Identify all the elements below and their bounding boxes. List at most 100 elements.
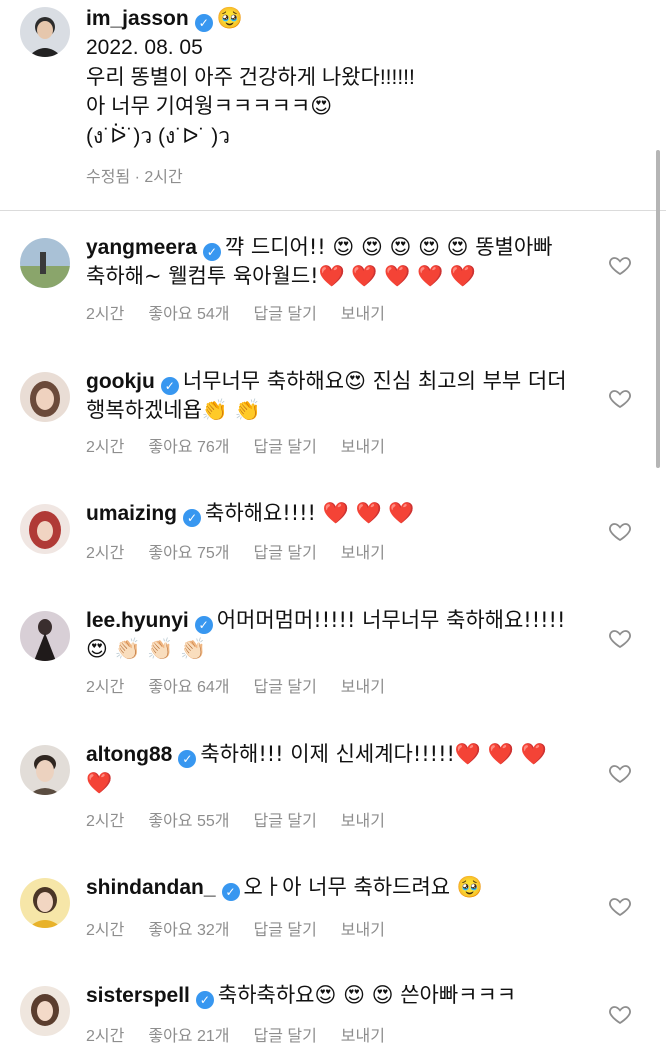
comment-avatar[interactable]: [20, 878, 70, 928]
author-username[interactable]: im_jasson: [86, 7, 189, 30]
caption-emoji: 🥹: [216, 6, 243, 30]
comment-text-line-2: ❤️: [86, 771, 113, 795]
caption-header: im_jasson ✓ 🥹: [86, 4, 626, 33]
like-heart-icon[interactable]: [608, 761, 632, 785]
verified-badge-icon: ✓: [178, 750, 197, 768]
comment-time: 2시간: [86, 813, 125, 830]
send-button[interactable]: 보내기: [341, 922, 385, 939]
verified-badge-icon: ✓: [195, 991, 214, 1009]
comment-likes[interactable]: 좋아요 55개: [148, 813, 229, 830]
author-avatar[interactable]: [20, 7, 70, 57]
comment-text: 꺅 드디어!! 😍 😍 😍 😍 😍 똥별아빠: [224, 235, 553, 259]
like-heart-icon[interactable]: [608, 253, 632, 277]
like-heart-icon[interactable]: [608, 386, 632, 410]
comment-username[interactable]: lee.hyunyi: [86, 609, 189, 632]
comment-avatar[interactable]: [20, 238, 70, 288]
comment-text-line-1: gookju ✓ 너무너무 축하해요😍 진심 최고의 부부 더더: [86, 367, 586, 396]
caption-divider: [0, 210, 666, 211]
comment-body: lee.hyunyi ✓ 어머머멈머!!!!! 너무너무 축하해요!!!!! 😍 👏…: [86, 606, 586, 664]
comment-username[interactable]: shindandan_: [86, 876, 216, 899]
caption-body: im_jasson ✓ 🥹 2022. 08. 05 우리 똥별이 아주 건강하게 …: [86, 4, 626, 151]
like-heart-icon[interactable]: [608, 894, 632, 918]
comment-avatar[interactable]: [20, 504, 70, 554]
comment-likes[interactable]: 좋아요 76개: [148, 439, 229, 456]
reply-button[interactable]: 답글 달기: [253, 545, 316, 562]
send-button[interactable]: 보내기: [341, 439, 385, 456]
comment-avatar[interactable]: [20, 611, 70, 661]
comment-meta: 2시간 좋아요 21개 답글 달기 보내기: [86, 1022, 409, 1046]
comment-meta: 2시간 좋아요 55개 답글 달기 보내기: [86, 807, 409, 831]
caption-line-1: 2022. 08. 05: [86, 36, 203, 59]
like-heart-icon[interactable]: [608, 519, 632, 543]
send-button[interactable]: 보내기: [341, 545, 385, 562]
comment-text-line-1: umaizing ✓ 축하해요!!!! ❤️ ❤️ ❤️: [86, 499, 586, 528]
comment-body: umaizing ✓ 축하해요!!!! ❤️ ❤️ ❤️: [86, 499, 586, 528]
comment-username[interactable]: gookju: [86, 370, 155, 393]
comment-time: 2시간: [86, 1028, 125, 1045]
verified-badge-icon: ✓: [194, 14, 213, 32]
comment-text-line-1: sisterspell ✓ 축하축하요😍 😍 😍 쓴아빠ㅋㅋㅋ: [86, 981, 586, 1010]
comment-username[interactable]: yangmeera: [86, 236, 197, 259]
comment-likes[interactable]: 좋아요 75개: [148, 545, 229, 562]
verified-badge-icon: ✓: [202, 243, 221, 261]
comment-username[interactable]: umaizing: [86, 502, 177, 525]
comment-body: sisterspell ✓ 축하축하요😍 😍 😍 쓴아빠ㅋㅋㅋ: [86, 981, 586, 1010]
comment-text-line-2: 축하해~ 웰컴투 육아월드!❤️ ❤️ ❤️ ❤️ ❤️: [86, 264, 477, 288]
comment-text-line-2: 😍 👏🏻 👏🏻 👏🏻: [86, 637, 207, 661]
comment-text-line-1: altong88 ✓ 축하해!!! 이제 신세계다!!!!!❤️ ❤️ ❤️: [86, 740, 586, 769]
comment-likes[interactable]: 좋아요 21개: [148, 1028, 229, 1045]
comment-meta: 2시간 좋아요 32개 답글 달기 보내기: [86, 916, 409, 940]
comment-text: 축하해요!!!! ❤️ ❤️ ❤️: [205, 501, 415, 525]
post-caption: im_jasson ✓ 🥹 2022. 08. 05 우리 똥별이 아주 건강하게 …: [0, 0, 666, 210]
comment-username[interactable]: altong88: [86, 743, 172, 766]
scrollbar[interactable]: [656, 150, 660, 468]
comment-time: 2시간: [86, 306, 125, 323]
comment-username[interactable]: sisterspell: [86, 984, 190, 1007]
reply-button[interactable]: 답글 달기: [253, 813, 316, 830]
reply-button[interactable]: 답글 달기: [253, 306, 316, 323]
comment-body: altong88 ✓ 축하해!!! 이제 신세계다!!!!!❤️ ❤️ ❤️ ❤️: [86, 740, 586, 798]
comment-text-line-1: yangmeera ✓ 꺅 드디어!! 😍 😍 😍 😍 😍 똥별아빠: [86, 233, 586, 262]
reply-button[interactable]: 답글 달기: [253, 1028, 316, 1045]
comment-avatar[interactable]: [20, 986, 70, 1036]
comment-time: 2시간: [86, 922, 125, 939]
comment-time: 2시간: [86, 545, 125, 562]
comment-text: 너무너무 축하해요😍 진심 최고의 부부 더더: [182, 369, 567, 393]
comment-text: 축하축하요😍 😍 😍 쓴아빠ㅋㅋㅋ: [217, 983, 517, 1007]
caption-line-2: 우리 똥별이 아주 건강하게 나왔다!!!!!!: [86, 65, 415, 89]
verified-badge-icon: ✓: [221, 883, 240, 901]
comment-likes[interactable]: 좋아요 54개: [148, 306, 229, 323]
caption-line-4: (ง˙ᐖ˙)ว (ง˙ᐅ˙ )ว: [86, 124, 231, 148]
comment-avatar[interactable]: [20, 372, 70, 422]
comment-text: 축하해!!! 이제 신세계다!!!!!❤️ ❤️ ❤️: [200, 742, 547, 766]
comment-text-line-1: lee.hyunyi ✓ 어머머멈머!!!!! 너무너무 축하해요!!!!!: [86, 606, 586, 635]
comment-meta: 2시간 좋아요 75개 답글 달기 보내기: [86, 539, 409, 563]
verified-badge-icon: ✓: [160, 377, 179, 395]
send-button[interactable]: 보내기: [341, 679, 385, 696]
reply-button[interactable]: 답글 달기: [253, 922, 316, 939]
comment-meta: 2시간 좋아요 54개 답글 달기 보내기: [86, 300, 409, 324]
comment-avatar[interactable]: [20, 745, 70, 795]
comment-likes[interactable]: 좋아요 64개: [148, 679, 229, 696]
comment-text-line-1: shindandan_ ✓ 오ㅏ아 너무 축하드려요 🥹: [86, 873, 586, 902]
reply-button[interactable]: 답글 달기: [253, 439, 316, 456]
comment-body: yangmeera ✓ 꺅 드디어!! 😍 😍 😍 😍 😍 똥별아빠 축하해~ 웰컴…: [86, 233, 586, 291]
comment-likes[interactable]: 좋아요 32개: [148, 922, 229, 939]
comment-body: gookju ✓ 너무너무 축하해요😍 진심 최고의 부부 더더 행복하겠네욥👏 👏: [86, 367, 586, 425]
send-button[interactable]: 보내기: [341, 813, 385, 830]
like-heart-icon[interactable]: [608, 626, 632, 650]
comment-text: 어머머멈머!!!!! 너무너무 축하해요!!!!!: [216, 608, 566, 632]
caption-line-3: 아 너무 기여웡ㅋㅋㅋㅋㅋ😍: [86, 95, 333, 118]
comment-text-line-2: 행복하겠네욥👏 👏: [86, 398, 261, 422]
caption-edited-time: 수정됨 · 2시간: [86, 169, 183, 186]
comment-time: 2시간: [86, 439, 125, 456]
comment-meta: 2시간 좋아요 76개 답글 달기 보내기: [86, 433, 409, 457]
send-button[interactable]: 보내기: [341, 1028, 385, 1045]
like-heart-icon[interactable]: [608, 1002, 632, 1026]
verified-badge-icon: ✓: [183, 509, 202, 527]
reply-button[interactable]: 답글 달기: [253, 679, 316, 696]
comment-meta: 2시간 좋아요 64개 답글 달기 보내기: [86, 673, 409, 697]
comment-body: shindandan_ ✓ 오ㅏ아 너무 축하드려요 🥹: [86, 873, 586, 902]
comment-time: 2시간: [86, 679, 125, 696]
send-button[interactable]: 보내기: [341, 306, 385, 323]
